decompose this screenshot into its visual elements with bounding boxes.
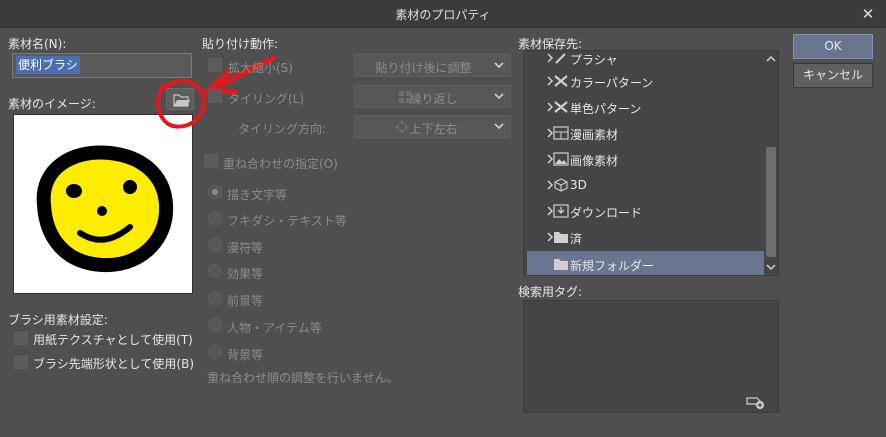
tiling-dropdown[interactable]: 繰り返し: [354, 85, 511, 108]
tip-shape-checkbox[interactable]: [14, 355, 28, 369]
tree-item[interactable]: 3D: [524, 172, 764, 198]
overlay-option-label: フキダシ・テキスト等: [227, 214, 347, 228]
tree-item[interactable]: 漫画素材: [524, 120, 764, 146]
image-material-icon: [553, 152, 569, 166]
tree-item-label: カラーパターン: [570, 76, 654, 90]
save-destination-tree[interactable]: プラシャ カラーパターン 単色パターン 漫画素材 画像素材 3D ダウンロード …: [523, 50, 779, 276]
tree-item-label: 単色パターン: [570, 102, 642, 116]
overlay-option-label: 人物・アイテム等: [227, 321, 322, 335]
paste-behavior-label: 貼り付け動作:: [202, 37, 279, 51]
tree-item-label: 済: [570, 232, 583, 246]
material-image-preview[interactable]: [13, 114, 193, 294]
overlay-option-label: 前景等: [227, 294, 264, 308]
tree-item-label: 画像素材: [570, 154, 619, 168]
scale-dropdown-value: 貼り付け後に調整: [375, 61, 472, 75]
tree-item-label: 新規フォルダー: [570, 259, 655, 273]
folder-icon: [554, 259, 568, 270]
tree-item[interactable]: カラーパターン: [524, 68, 764, 94]
close-button[interactable]: ✕: [858, 4, 878, 24]
cube-3d-icon: [554, 178, 568, 192]
overlay-option-label: 背景等: [227, 348, 264, 362]
title-bar: 素材のプロパティ ✕: [0, 0, 886, 28]
scrollbar-thumb[interactable]: [766, 147, 776, 257]
manga-material-icon: [553, 126, 569, 140]
tree-item-label: プラシャ: [570, 53, 618, 67]
overlay-option-label: 描き文字等: [227, 188, 288, 202]
scroll-down-icon[interactable]: [765, 261, 777, 273]
tree-item-label: 3D: [570, 178, 587, 192]
overlay-radio-character[interactable]: [208, 318, 222, 332]
search-tag-box[interactable]: [523, 300, 779, 413]
brush-icon: [555, 53, 566, 64]
chevron-down-icon: [494, 123, 504, 130]
tree-scrollbar[interactable]: [764, 51, 778, 275]
add-tag-button[interactable]: [745, 394, 767, 410]
paper-texture-label: 用紙テクスチャとして使用(T): [33, 333, 193, 347]
scale-label: 拡大縮小(S): [228, 61, 293, 75]
pattern-icon: [554, 75, 568, 87]
overlay-radio-drawn-text[interactable]: [208, 185, 222, 199]
tiling-checkbox[interactable]: [208, 89, 222, 103]
download-icon: [553, 204, 569, 218]
overlay-note: 重ね合わせ順の調整を行いません。: [207, 371, 399, 385]
overlay-option-label: 効果等: [227, 267, 264, 281]
chevron-down-icon: [494, 93, 504, 100]
tree-item[interactable]: ダウンロード: [524, 198, 764, 224]
overlay-radio-background[interactable]: [208, 345, 222, 359]
overlay-label: 重ね合わせの指定(O): [223, 157, 338, 171]
overlay-checkbox[interactable]: [204, 154, 218, 168]
tiling-direction-value: 上下左右: [409, 122, 458, 136]
tree-item-selected[interactable]: 新規フォルダー: [527, 251, 764, 275]
overlay-option-label: 漫符等: [227, 241, 264, 255]
scroll-up-icon[interactable]: [765, 53, 777, 65]
add-tag-icon: [746, 397, 764, 409]
overlay-radio-foreground[interactable]: [208, 291, 222, 305]
tiling-label: タイリング(L): [228, 92, 305, 106]
material-name-value: 便利ブラシ: [16, 56, 80, 74]
close-icon: ✕: [861, 5, 875, 23]
tree-item[interactable]: 画像素材: [524, 146, 764, 172]
cancel-button[interactable]: キャンセル: [793, 63, 873, 88]
overlay-radio-balloon-text[interactable]: [208, 211, 222, 225]
ok-button[interactable]: OK: [793, 34, 873, 59]
window-title: 素材のプロパティ: [395, 8, 491, 22]
pattern-icon: [554, 101, 568, 113]
folder-icon: [554, 232, 568, 243]
paper-texture-checkbox[interactable]: [14, 331, 28, 345]
tiling-direction-dropdown[interactable]: 上下左右: [354, 115, 511, 138]
tiling-dropdown-value: 繰り返し: [409, 92, 458, 106]
tree-item-label: 漫画素材: [570, 128, 619, 142]
tree-item-label: ダウンロード: [570, 206, 643, 220]
tree-item[interactable]: 単色パターン: [524, 94, 764, 120]
material-name-label: 素材名(N):: [8, 37, 67, 51]
smiley-face-image: [36, 145, 174, 273]
overlay-radio-effect[interactable]: [208, 264, 222, 278]
overlay-radio-manpu[interactable]: [208, 238, 222, 252]
chevron-down-icon: [494, 62, 504, 69]
tree-item[interactable]: 済: [524, 224, 764, 250]
scale-checkbox[interactable]: [208, 58, 222, 72]
tiling-direction-label: タイリング方向:: [238, 122, 327, 136]
material-image-label: 素材のイメージ:: [8, 97, 96, 111]
search-tag-label: 検索用タグ:: [518, 285, 583, 299]
brush-settings-label: ブラシ用素材設定:: [8, 313, 108, 327]
scale-dropdown[interactable]: 貼り付け後に調整: [354, 54, 511, 77]
tip-shape-label: ブラシ先端形状として使用(B): [33, 357, 194, 371]
